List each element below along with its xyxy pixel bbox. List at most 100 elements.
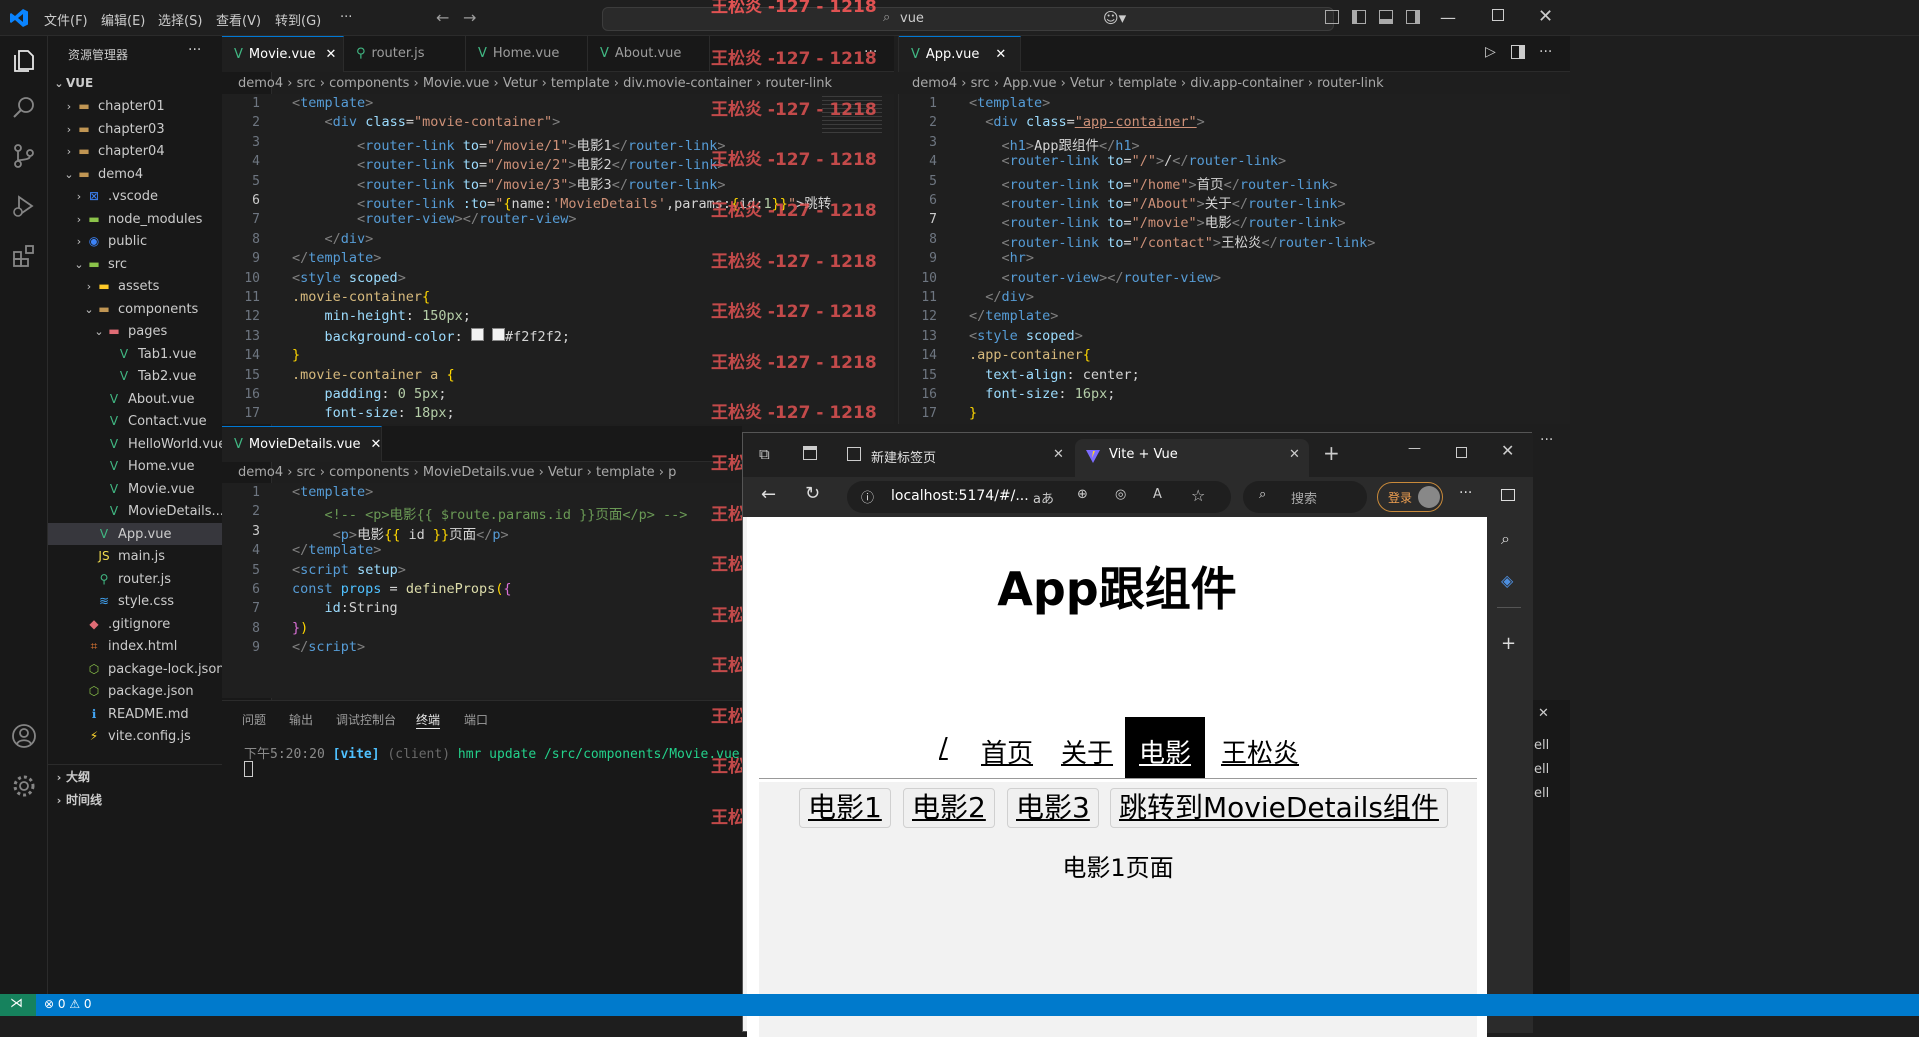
toggle-panel-icon[interactable]: [1379, 10, 1393, 24]
code-line[interactable]: text-align: center;: [969, 367, 1139, 383]
breadcrumb-item[interactable]: src: [297, 76, 316, 91]
code-line[interactable]: <router-view></router-view>: [292, 211, 576, 227]
breadcrumb-item[interactable]: demo4: [238, 465, 283, 480]
terminal-list-item[interactable]: ell: [1534, 738, 1549, 753]
code-line[interactable]: </template>: [292, 542, 381, 558]
code-line[interactable]: </template>: [969, 308, 1058, 324]
code-line[interactable]: min-height: 150px;: [292, 308, 471, 324]
terminal-line[interactable]: 下午5:20:20 [vite] (client) hmr update /sr…: [244, 743, 763, 762]
code-line[interactable]: .movie-container a {: [292, 367, 455, 383]
code-line[interactable]: <router-link to="/movie/3">电影3</router-l…: [292, 173, 725, 193]
code-line[interactable]: <hr>: [969, 250, 1035, 266]
favorite-star-icon[interactable]: ☆: [1191, 486, 1205, 505]
movie3-link[interactable]: 电影3: [1007, 788, 1099, 828]
minimize-icon[interactable]: —: [1408, 441, 1421, 456]
close-window-icon[interactable]: ✕: [1538, 6, 1553, 27]
code-line[interactable]: <style scoped>: [292, 270, 406, 286]
extensions-icon[interactable]: [10, 242, 38, 270]
read-aloud-icon[interactable]: aあ: [1033, 488, 1054, 507]
breadcrumb-item[interactable]: Movie.vue: [423, 76, 490, 91]
breadcrumb-item[interactable]: div.app-container: [1190, 76, 1303, 91]
code-line[interactable]: }): [292, 620, 308, 636]
code-line[interactable]: <router-link to="/home">首页</router-link>: [969, 173, 1338, 193]
code-line[interactable]: .app-container{: [969, 347, 1091, 363]
settings-gear-icon[interactable]: [10, 772, 38, 800]
code-line[interactable]: </div>: [969, 289, 1034, 305]
code-line[interactable]: font-size: 18px;: [292, 405, 455, 421]
more-actions-icon[interactable]: ···: [188, 42, 201, 58]
breadcrumb-item[interactable]: div.movie-container: [623, 76, 752, 91]
run-debug-icon[interactable]: [10, 192, 38, 220]
errors-indicator[interactable]: ⊗ 0 ⚠ 0: [44, 997, 92, 1011]
zoom-icon[interactable]: ⊕: [1077, 487, 1088, 502]
nav-link-movie-active[interactable]: 电影: [1125, 717, 1205, 779]
immersive-reader-icon[interactable]: A: [1153, 487, 1162, 502]
code-line[interactable]: <!-- <p>电影{{ $route.params.id }}页面</p> -…: [292, 503, 688, 523]
browser-tab-vite[interactable]: Vite + Vue ✕: [1075, 439, 1309, 477]
add-icon[interactable]: +: [1501, 633, 1516, 654]
browser-tab-new[interactable]: 新建标签页 ✕: [837, 439, 1071, 473]
remote-indicator[interactable]: ⋊: [0, 994, 36, 1016]
code-line[interactable]: </div>: [292, 231, 374, 247]
breadcrumb-item[interactable]: Vetur: [548, 465, 583, 480]
workspaces-icon[interactable]: ⧉: [759, 445, 770, 463]
tab-moviedetails-vue[interactable]: V MovieDetails.vue ✕: [222, 426, 382, 462]
run-icon[interactable]: ▷: [1485, 44, 1496, 60]
menu-edit[interactable]: 编辑(E): [101, 10, 145, 29]
tab-problems[interactable]: 问题: [242, 711, 266, 728]
nav-link-contact[interactable]: 王松炎: [1221, 733, 1299, 770]
new-tab-plus-icon[interactable]: +: [1323, 441, 1340, 465]
code-line[interactable]: .movie-container{: [292, 289, 430, 305]
code-line[interactable]: </script>: [292, 639, 365, 655]
maximize-icon[interactable]: [1456, 447, 1467, 458]
terminal-list-item[interactable]: ell: [1534, 786, 1549, 801]
code-line[interactable]: <template>: [969, 95, 1050, 111]
shopping-tag-icon[interactable]: ◈: [1501, 571, 1513, 590]
refresh-icon[interactable]: ↻: [805, 483, 820, 504]
terminal-list-item[interactable]: ell: [1534, 762, 1549, 777]
code-line[interactable]: font-size: 16px;: [969, 386, 1115, 402]
tab-debug-console[interactable]: 调试控制台: [336, 711, 396, 728]
breadcrumb-item[interactable]: template: [551, 76, 610, 91]
breadcrumb-item[interactable]: router-link: [1317, 76, 1384, 91]
movie2-link[interactable]: 电影2: [903, 788, 995, 828]
menu-view[interactable]: 查看(V): [216, 10, 261, 29]
forward-arrow-icon[interactable]: →: [463, 8, 476, 27]
breadcrumb-item[interactable]: template: [1118, 76, 1177, 91]
tab-actions-icon[interactable]: [803, 446, 817, 460]
menu-more[interactable]: ···: [340, 10, 352, 25]
breadcrumb-item[interactable]: template: [596, 465, 655, 480]
tab-app-vue[interactable]: V App.vue ✕: [899, 36, 1021, 72]
app-vue-editor[interactable]: 1 <template> 2 <div class="app-container">…: [898, 94, 1570, 424]
breadcrumb-item[interactable]: src: [297, 465, 316, 480]
more-actions-icon[interactable]: ···: [1540, 432, 1553, 448]
code-line[interactable]: background-color: #f2f2f2;: [292, 327, 570, 345]
login-button[interactable]: 登录: [1377, 482, 1443, 512]
close-panel-icon[interactable]: ✕: [1538, 706, 1549, 721]
nav-link-home[interactable]: 首页: [981, 733, 1033, 770]
edge-icon[interactable]: ◎: [1115, 487, 1126, 502]
explorer-icon[interactable]: [10, 46, 38, 74]
code-line[interactable]: }: [292, 347, 300, 363]
code-line[interactable]: <router-link to="/contact">王松炎</router-l…: [969, 231, 1376, 251]
back-arrow-icon[interactable]: ←: [761, 484, 776, 505]
minimize-icon[interactable]: —: [1440, 8, 1456, 27]
close-tab-icon[interactable]: ✕: [1053, 447, 1064, 462]
info-icon[interactable]: ⓘ: [861, 487, 874, 506]
code-line[interactable]: <router-view></router-view>: [969, 270, 1221, 286]
code-line[interactable]: <div class="app-container">: [969, 114, 1205, 130]
movie1-link[interactable]: 电影1: [799, 788, 891, 828]
menu-selection[interactable]: 选择(S): [158, 10, 202, 29]
tab-ports[interactable]: 端口: [464, 711, 488, 728]
breadcrumb-item[interactable]: src: [971, 76, 990, 91]
more-actions-icon[interactable]: ···: [1539, 44, 1552, 60]
search-icon[interactable]: [10, 94, 38, 122]
account-icon[interactable]: [10, 722, 38, 750]
close-window-icon[interactable]: ✕: [1501, 441, 1514, 460]
restore-icon[interactable]: [1492, 9, 1504, 21]
code-line[interactable]: <template>: [292, 484, 373, 500]
breadcrumb-item[interactable]: Vetur: [1070, 76, 1105, 91]
sidebar-toggle-icon[interactable]: [1501, 489, 1515, 501]
code-line[interactable]: <div class="movie-container">: [292, 114, 561, 130]
code-line[interactable]: <router-link to="/About">关于</router-link…: [969, 192, 1346, 212]
